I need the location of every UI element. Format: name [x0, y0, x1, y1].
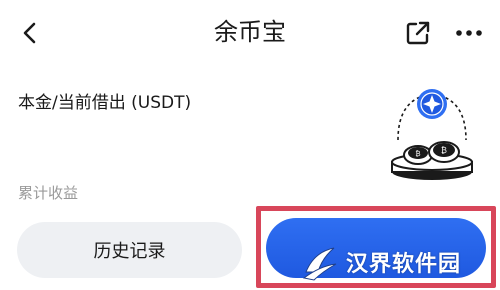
back-button[interactable] — [14, 16, 48, 50]
watermark-text: 汉界软件园 — [346, 252, 462, 277]
coin-treasure-illustration: ₿ ₿ — [384, 80, 480, 186]
watermark: 汉界软件园 — [300, 240, 496, 284]
svg-text:₿: ₿ — [415, 150, 420, 158]
more-button[interactable] — [451, 18, 487, 48]
share-button[interactable] — [401, 16, 435, 50]
watermark-logo-icon — [302, 247, 337, 281]
share-out-icon — [406, 21, 430, 45]
history-button[interactable]: 历史记录 — [17, 222, 242, 278]
principal-label: 本金/当前借出 (USDT) — [18, 93, 192, 113]
history-button-label: 历史记录 — [93, 241, 166, 262]
svg-text:₿: ₿ — [441, 146, 447, 155]
page-title: 余币宝 — [214, 18, 286, 46]
cumulative-earnings-label: 累计收益 — [18, 184, 79, 202]
chevron-left-icon — [23, 22, 36, 44]
more-dots-icon — [456, 30, 482, 36]
